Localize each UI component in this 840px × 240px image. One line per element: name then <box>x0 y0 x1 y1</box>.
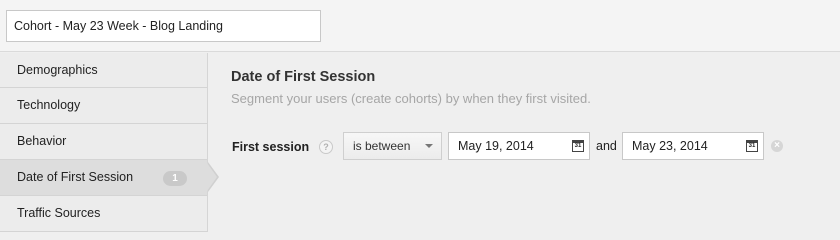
sidebar-item-label: Technology <box>17 98 81 112</box>
segment-name-input[interactable]: Cohort - May 23 Week - Blog Landing <box>6 10 321 42</box>
help-icon[interactable]: ? <box>319 140 333 154</box>
date-of-first-session-panel: Date of First Session Segment your users… <box>209 53 840 232</box>
sidebar-item-demographics[interactable]: Demographics <box>0 53 207 88</box>
operator-dropdown[interactable]: is between <box>343 132 442 160</box>
first-session-label: First session <box>232 140 310 154</box>
calendar-icon[interactable]: 31 <box>746 140 758 152</box>
chevron-down-icon <box>425 144 433 148</box>
operator-selected-value: is between <box>353 139 411 153</box>
sidebar-item-label: Demographics <box>17 63 98 77</box>
segment-category-sidebar: Demographics Technology Behavior Date of… <box>0 53 208 232</box>
sidebar-item-traffic-sources[interactable]: Traffic Sources <box>0 196 207 232</box>
end-date-input[interactable]: May 23, 2014 31 <box>622 132 764 160</box>
sidebar-item-technology[interactable]: Technology <box>0 88 207 124</box>
section-title: Date of First Session <box>231 69 376 85</box>
end-date-value: May 23, 2014 <box>632 139 708 153</box>
sidebar-item-date-of-first-session[interactable]: Date of First Session 1 <box>0 160 207 196</box>
sidebar-item-label: Behavior <box>17 134 67 148</box>
section-subtitle: Segment your users (create cohorts) by w… <box>231 91 591 106</box>
calendar-icon[interactable]: 31 <box>572 140 584 152</box>
sidebar-item-label: Traffic Sources <box>17 206 101 220</box>
sidebar-item-label: Date of First Session <box>17 170 134 184</box>
start-date-value: May 19, 2014 <box>458 139 534 153</box>
date-range-connector: and <box>596 139 617 153</box>
start-date-input[interactable]: May 19, 2014 31 <box>448 132 590 160</box>
sidebar-item-behavior[interactable]: Behavior <box>0 124 207 160</box>
filter-count-badge: 1 <box>163 171 187 186</box>
remove-condition-icon[interactable]: × <box>771 140 783 152</box>
segment-header: Cohort - May 23 Week - Blog Landing <box>0 0 840 52</box>
